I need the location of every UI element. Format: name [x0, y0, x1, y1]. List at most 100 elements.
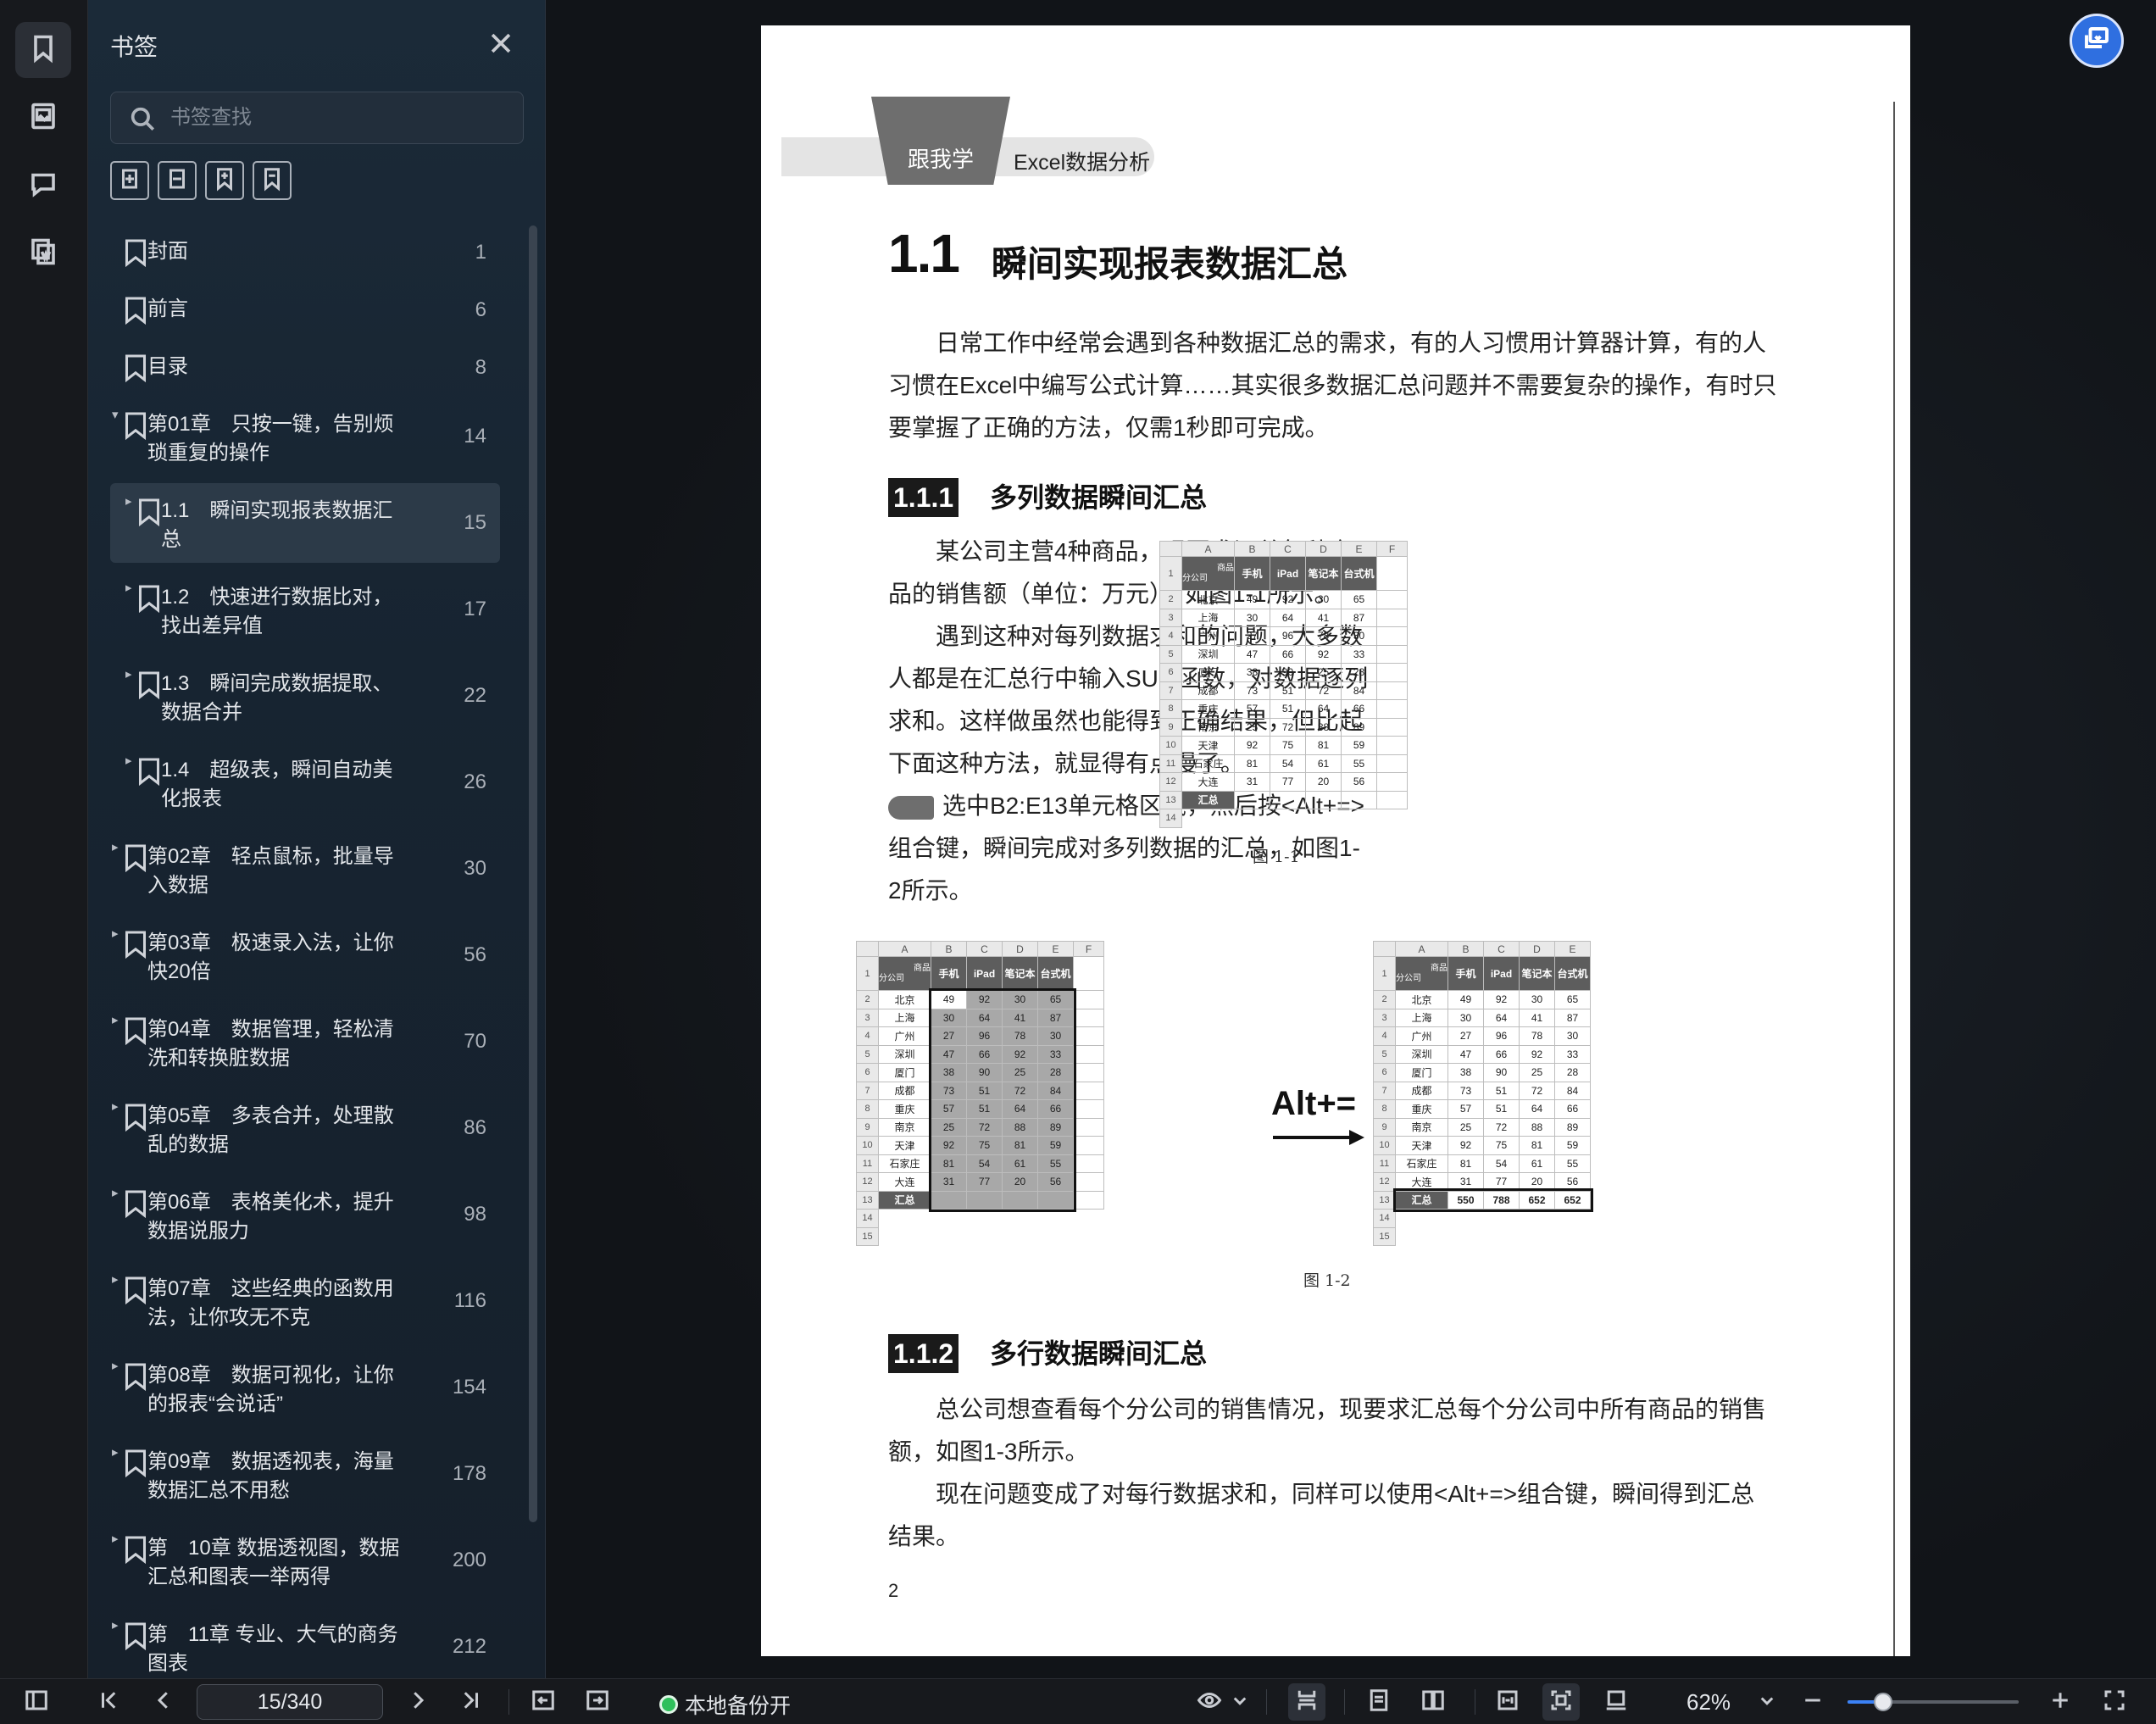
figure-caption: 图 1-2	[1303, 1271, 1351, 1290]
expand-caret-icon[interactable]: ▸	[112, 1358, 124, 1375]
plus-icon	[2048, 1688, 2073, 1717]
expand-caret-icon[interactable]: ▸	[112, 839, 124, 856]
expand-caret-icon[interactable]: ▸	[112, 1098, 124, 1115]
comment-panel-button[interactable]	[15, 158, 71, 214]
bookmark-item[interactable]: 前言 6	[110, 281, 500, 339]
expand-caret-icon[interactable]: ▸	[112, 1185, 124, 1202]
value-cell: 72	[1483, 1117, 1520, 1137]
value-cell: 25	[1519, 1063, 1555, 1082]
bookmark-item[interactable]: ▸ 第03章 极速录入法，让你快20倍 56	[110, 915, 500, 995]
first-page-button[interactable]	[95, 1688, 124, 1716]
expand-caret-icon[interactable]: ▸	[125, 580, 137, 597]
bookmark-item[interactable]: ▸ 第02章 轻点鼠标，批量导入数据 30	[110, 829, 500, 909]
value-cell: 89	[1554, 1117, 1591, 1137]
bookmark-item[interactable]: ▸ 第08章 数据可视化，让你的报表“会说话” 154	[110, 1348, 500, 1427]
close-panel-button[interactable]	[486, 29, 515, 58]
bookmark-item[interactable]: ▸ 1.4 超级表，瞬间自动美化报表 26	[110, 742, 500, 822]
expand-caret-icon[interactable]: ▸	[112, 1012, 124, 1029]
zoom-slider[interactable]	[1848, 1693, 2019, 1711]
branch-name: 石家庄	[1181, 754, 1235, 773]
row-number: 13	[1159, 790, 1182, 809]
table-row: 4 广州 27 96 78 30	[1373, 1026, 1591, 1046]
prev-page-button[interactable]	[149, 1688, 178, 1716]
pages-panel-button[interactable]	[15, 225, 71, 281]
bookmark-item[interactable]: ▸ 第09章 数据透视表，海量数据汇总不用愁 178	[110, 1434, 500, 1514]
read-mode-dropdown[interactable]	[1225, 1688, 1254, 1716]
column-title: 笔记本	[1519, 956, 1555, 991]
bookmark-item[interactable]: ▾ 第01章 只按一键，告别烦琐重复的操作 14	[110, 397, 500, 476]
branch-name: 石家庄	[878, 1154, 931, 1173]
expand-caret-icon[interactable]: ▸	[125, 666, 137, 683]
zoom-slider-knob[interactable]	[1874, 1693, 1893, 1711]
expand-caret-icon[interactable]: ▸	[125, 753, 137, 770]
bookmark-item[interactable]: ▸ 第 11章 专业、大气的商务图表 212	[110, 1607, 500, 1678]
expand-caret-icon[interactable]: ▸	[112, 1617, 124, 1634]
rotate-page-button[interactable]	[1602, 1688, 1631, 1716]
empty-cell	[1376, 699, 1408, 719]
zoom-in-button[interactable]	[2046, 1688, 2075, 1716]
bookmark-item[interactable]: ▸ 第 10章 数据透视图，数据汇总和图表一举两得 200	[110, 1521, 500, 1600]
collapse-bookmarks-button[interactable]	[253, 161, 292, 200]
fullscreen-button[interactable]	[2100, 1688, 2129, 1716]
bookmark-item[interactable]: ▸ 第06章 表格美化术，提升数据说服力 98	[110, 1175, 500, 1254]
go-forward-button[interactable]	[583, 1688, 612, 1716]
next-page-button[interactable]	[403, 1688, 432, 1716]
value-cell: 92	[1270, 590, 1306, 609]
toggle-sidebar-button[interactable]	[22, 1688, 51, 1716]
value-cell: 57	[1448, 1099, 1484, 1119]
zoom-level[interactable]: 62%	[1686, 1689, 1731, 1716]
expand-caret-icon[interactable]: ▸	[125, 493, 137, 510]
row-number: 3	[1159, 608, 1182, 627]
bookmark-panel-button[interactable]	[15, 22, 71, 78]
shortcut-label: Alt+=	[1271, 1085, 1357, 1122]
bookmark-label: 第06章 表格美化术，提升数据说服力	[147, 1191, 394, 1243]
bookmark-item[interactable]: 目录 8	[110, 339, 500, 397]
document-viewport: 跟我学 Excel数据分析 1.1 瞬间实现报表数据汇总 日常工作中经常会遇到各…	[546, 0, 2156, 1678]
last-page-icon	[458, 1688, 483, 1717]
thumbnail-panel-button[interactable]	[15, 90, 71, 146]
fit-width-button[interactable]	[1493, 1688, 1522, 1716]
bookmark-label: 1.1 瞬间实现报表数据汇总	[161, 499, 393, 551]
column-header-row: ABCDEF	[1159, 541, 1408, 557]
bookmark-icon	[137, 670, 161, 700]
bookmark-item[interactable]: ▸ 1.3 瞬间完成数据提取、数据合并 22	[110, 656, 500, 736]
floating-action-button[interactable]	[2070, 14, 2124, 68]
add-bookmark-button[interactable]	[110, 161, 149, 200]
sum-label: 汇总	[878, 1190, 931, 1210]
sum-row: 13 汇总	[1159, 790, 1408, 809]
eye-icon	[1197, 1688, 1222, 1717]
last-page-button[interactable]	[456, 1688, 485, 1716]
expand-caret-icon[interactable]: ▸	[112, 926, 124, 943]
bookmark-item[interactable]: ▸ 第07章 这些经典的函数用法，让你攻无不克 116	[110, 1261, 500, 1341]
bookmark-item[interactable]: ▸ 第04章 数据管理，轻松清洗和转换脏数据 70	[110, 1002, 500, 1082]
expand-caret-icon[interactable]: ▸	[112, 1444, 124, 1461]
bookmark-item[interactable]: 封面 1	[110, 224, 500, 281]
bookmark-item[interactable]: ▸ 第05章 多表合并，处理散乱的数据 86	[110, 1088, 500, 1168]
branch-name: 成都	[1395, 1081, 1448, 1100]
continuous-scroll-button[interactable]	[1288, 1683, 1325, 1721]
fit-page-button[interactable]	[1542, 1683, 1580, 1721]
read-mode-button[interactable]	[1195, 1688, 1224, 1716]
two-page-button[interactable]	[1419, 1688, 1448, 1716]
value-cell: 59	[1554, 1136, 1591, 1155]
expand-caret-icon[interactable]: ▾	[112, 407, 124, 424]
expand-caret-icon[interactable]: ▸	[112, 1531, 124, 1548]
remove-bookmark-button[interactable]	[158, 161, 197, 200]
local-backup-status[interactable]: 本地备份开	[659, 1689, 791, 1720]
bookmark-search-input[interactable]	[170, 101, 509, 135]
single-page-button[interactable]	[1364, 1688, 1393, 1716]
bookmark-item[interactable]: ▸ 1.2 快速进行数据比对，找出差异值 17	[110, 570, 500, 649]
expand-bookmarks-button[interactable]	[205, 161, 244, 200]
fit-width-icon	[1495, 1688, 1520, 1717]
empty-cell	[1073, 956, 1104, 991]
zoom-dropdown[interactable]	[1753, 1688, 1781, 1716]
bookmark-scrollbar[interactable]	[529, 225, 537, 1522]
bookmark-item[interactable]: ▸ 1.1 瞬间实现报表数据汇总 15	[110, 483, 500, 563]
zoom-out-button[interactable]	[1798, 1688, 1827, 1716]
page-number-input[interactable]	[197, 1684, 383, 1720]
chevron-down-icon	[1227, 1688, 1253, 1717]
expand-caret-icon[interactable]: ▸	[112, 1271, 124, 1288]
bookmark-list: 封面 1 前言 6 目录 8 ▾ 第01章 只按一键，告别烦琐重复的操作 14 ▸ 1.1 瞬间实现…	[110, 224, 520, 1678]
go-back-button[interactable]	[529, 1688, 558, 1716]
branch-name: 成都	[1181, 681, 1235, 700]
